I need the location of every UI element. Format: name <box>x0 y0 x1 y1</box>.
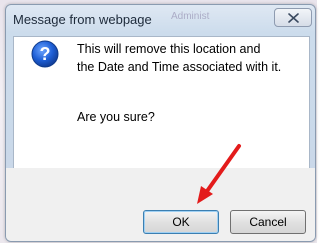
close-icon <box>288 13 299 23</box>
cancel-button[interactable]: Cancel <box>230 210 306 234</box>
confirm-question: Are you sure? <box>77 110 155 124</box>
svg-text:?: ? <box>40 44 51 64</box>
message-dialog: Message from webpage Administ ? This wil… <box>5 4 316 242</box>
background-title-ghost: Administ <box>171 11 210 22</box>
ok-button[interactable]: OK <box>143 210 219 234</box>
question-icon: ? <box>31 40 59 68</box>
red-arrow-annotation <box>197 144 241 204</box>
close-button[interactable] <box>274 8 312 27</box>
message-line-2: the Date and Time associated with it. <box>77 60 282 74</box>
message-line-1: This will remove this location and <box>77 42 261 56</box>
dialog-title: Message from webpage <box>13 12 152 27</box>
dialog-titlebar: Message from webpage Administ <box>6 5 315 35</box>
